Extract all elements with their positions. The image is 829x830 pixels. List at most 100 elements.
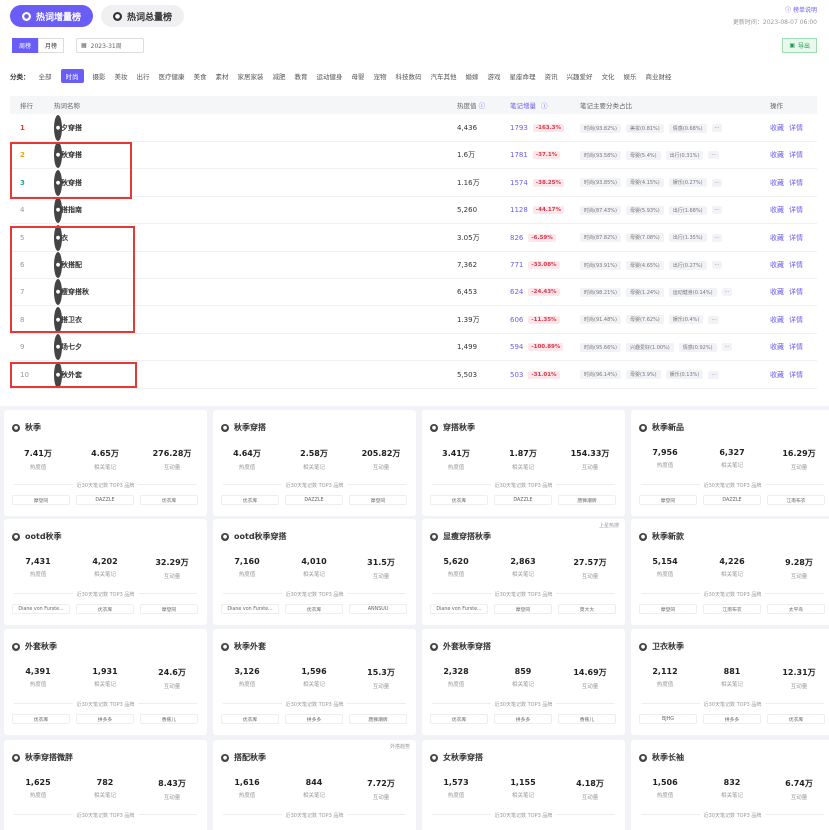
date-picker[interactable]: ▦ 2023-31周 [76,38,144,53]
brand-chip[interactable]: 太平鸟 [767,604,825,614]
export-button[interactable]: ▣ 导出 [782,38,817,53]
brand-chip[interactable]: 拼多多 [76,714,134,724]
hot-word-card[interactable]: ● 外套秋季 4,391 热度值 1,931 相关笔记 24.6万 互动量 近30天笔记数 TO… [4,629,207,735]
category-item[interactable]: 商业财经 [646,71,672,81]
category-item[interactable]: 兴趣爱好 [567,71,593,81]
more-chip[interactable]: ··· [711,124,723,132]
brand-chip[interactable]: 拼多多 [494,714,552,724]
brand-chip[interactable]: ANNSUU [349,604,407,614]
hot-word-card[interactable]: 上星热搜 ● 显瘦穿搭秋季 5,620 热度值 2,863 相关笔记 27.57万 互动量 近30… [422,519,625,625]
hot-word-card[interactable]: ● ootd秋季穿搭 7,160 热度值 4,010 相关笔记 31.5万 互动量 近30天笔记… [213,519,416,625]
brand-chip[interactable]: BJHG [639,714,697,724]
hot-word-card[interactable]: ● 外套秋季穿搭 2,328 热度值 859 相关笔记 14.69万 互动量 近30天笔记数 T… [422,629,625,735]
hot-word-card[interactable]: ● 穿搭秋季 3.41万 热度值 1.87万 相关笔记 154.33万 互动量 近30天笔记数 … [422,410,625,516]
detail-link[interactable]: 详情 [789,307,803,333]
period-month-button[interactable]: 月榜 [38,38,65,53]
hot-word[interactable]: ● 现场七夕 [54,334,82,361]
favorite-link[interactable]: 收藏 [770,252,784,278]
category-item[interactable]: 减肥 [273,71,286,81]
detail-link[interactable]: 详情 [789,279,803,305]
category-item[interactable]: 美食 [194,71,207,81]
category-item[interactable]: 资讯 [545,71,558,81]
detail-link[interactable]: 详情 [789,142,803,168]
tab-total-ranking[interactable]: ● 热词总量榜 [101,5,185,27]
category-item[interactable]: 时尚 [60,69,84,83]
category-item[interactable]: 素材 [216,71,229,81]
hot-word-card[interactable]: ● 女秋季穿搭 1,573 热度值 1,155 相关笔记 4.18万 互动量 近30天笔记数 T… [422,740,625,830]
favorite-link[interactable]: 收藏 [770,170,784,196]
brand-chip[interactable]: 摩登同 [639,495,697,505]
period-week-button[interactable]: 周榜 [12,38,39,53]
hot-word-card[interactable]: ● 秋季长袖 1,506 热度值 832 相关笔记 6.74万 互动量 近30天笔记数 TOP3… [631,740,829,830]
hot-word-card[interactable]: ● 秋季新品 7,956 热度值 6,327 相关笔记 16.29万 互动量 近30天笔记数 T… [631,410,829,516]
brand-chip[interactable]: 香蕉儿 [558,714,616,724]
brand-chip[interactable]: 优衣库 [767,714,825,724]
brand-chip[interactable]: 优衣库 [221,495,279,505]
brand-chip[interactable]: 优衣库 [140,495,198,505]
favorite-link[interactable]: 收藏 [770,115,784,141]
category-item[interactable]: 文化 [602,71,615,81]
brand-chip[interactable]: 拼多多 [703,714,761,724]
category-item[interactable]: 摄影 [93,71,106,81]
category-item[interactable]: 宠物 [374,71,387,81]
category-item[interactable]: 母婴 [352,71,365,81]
more-chip[interactable]: ··· [708,370,720,379]
more-chip[interactable]: ··· [711,233,723,242]
brand-chip[interactable]: DAZZLE [494,495,552,505]
category-item[interactable]: 游戏 [488,71,501,81]
brand-chip[interactable]: 摩登同 [349,495,407,505]
more-chip[interactable]: ··· [711,261,723,269]
brand-chip[interactable]: 优衣库 [430,495,488,505]
brand-chip[interactable]: DAZZLE [703,495,761,505]
more-chip[interactable]: ··· [711,206,723,215]
detail-link[interactable]: 详情 [789,225,803,251]
brand-chip[interactable]: 江南布衣 [767,495,825,505]
favorite-link[interactable]: 收藏 [770,307,784,333]
detail-link[interactable]: 详情 [789,115,803,141]
hot-word-card[interactable]: 外搭趋势 ● 搭配秋季 1,616 热度值 844 相关笔记 7.72万 互动量 近30天笔记数 … [213,740,416,830]
brand-chip[interactable]: 优衣库 [12,714,70,724]
category-item[interactable]: 教育 [295,71,308,81]
brand-chip[interactable]: 唐狮潮牌 [349,714,407,724]
brand-chip[interactable]: 摩登同 [639,604,697,614]
hot-word-card[interactable]: ● 秋季穿搭微胖 1,625 热度值 782 相关笔记 8.43万 互动量 近30天笔记数 TO… [4,740,207,830]
detail-link[interactable]: 详情 [789,170,803,196]
more-chip[interactable]: ··· [708,151,720,160]
category-item[interactable]: 全部 [39,71,52,81]
favorite-link[interactable]: 收藏 [770,142,784,168]
category-item[interactable]: 医疗健康 [159,71,185,81]
brand-chip[interactable]: DAZZLE [285,495,343,505]
favorite-link[interactable]: 收藏 [770,225,784,251]
category-item[interactable]: 运动健身 [317,71,343,81]
hot-word[interactable]: ● 七夕穿搭 [54,115,82,141]
favorite-link[interactable]: 收藏 [770,197,784,223]
brand-chip[interactable]: 摩登同 [494,604,552,614]
more-chip[interactable]: ··· [721,288,733,297]
brand-chip[interactable]: 唐狮潮牌 [558,495,616,505]
category-item[interactable]: 美妆 [115,71,128,81]
brand-chip[interactable]: DAZZLE [76,495,134,505]
more-chip[interactable]: ··· [711,178,723,187]
detail-link[interactable]: 详情 [789,252,803,278]
brand-chip[interactable]: 江南布衣 [703,604,761,614]
hot-word-card[interactable]: ● 秋季新款 5,154 热度值 4,226 相关笔记 9.28万 互动量 近30天笔记数 TO… [631,519,829,625]
ranking-help-link[interactable]: ⓘ 榜单说明 [785,5,817,14]
category-item[interactable]: 家居家装 [238,71,264,81]
brand-chip[interactable]: Diane von Furste... [12,604,70,614]
more-chip[interactable]: ··· [708,315,720,324]
detail-link[interactable]: 详情 [789,362,803,388]
detail-link[interactable]: 详情 [789,334,803,360]
favorite-link[interactable]: 收藏 [770,362,784,388]
category-item[interactable]: 星座命理 [510,71,536,81]
brand-chip[interactable]: 香蕉儿 [140,714,198,724]
hot-word-card[interactable]: ● 秋季外套 3,126 热度值 1,596 相关笔记 15.3万 互动量 近30天笔记数 TO… [213,629,416,735]
brand-chip[interactable]: 优衣库 [430,714,488,724]
hot-word-card[interactable]: ● ootd秋季 7,431 热度值 4,202 相关笔记 32.29万 互动量 近30天笔记数… [4,519,207,625]
brand-chip[interactable]: 摩登同 [140,604,198,614]
detail-link[interactable]: 详情 [789,197,803,223]
brand-chip[interactable]: 优衣库 [76,604,134,614]
brand-chip[interactable]: 优衣库 [285,604,343,614]
hot-word-card[interactable]: ● 秋季穿搭 4.64万 热度值 2.58万 相关笔记 205.82万 互动量 近30天笔记数 … [213,410,416,516]
brand-chip[interactable]: Diane von Furste... [221,604,279,614]
brand-chip[interactable]: 优衣库 [221,714,279,724]
